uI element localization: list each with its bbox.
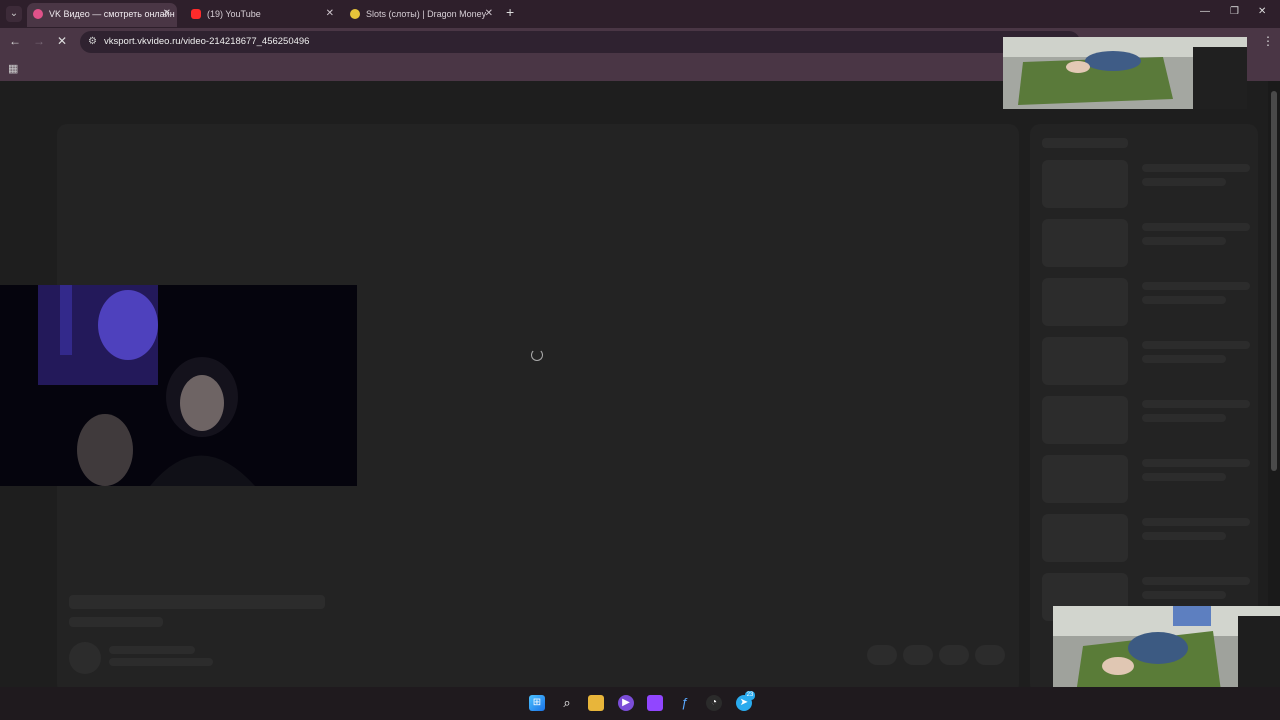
action-skeleton	[939, 645, 969, 665]
youtube-icon	[191, 9, 201, 19]
twitch-icon[interactable]	[647, 695, 663, 711]
line-skeleton	[1142, 341, 1250, 349]
thumb-skeleton	[1042, 514, 1128, 562]
tab-title: Slots (слоты) | Dragon Money	[366, 9, 487, 19]
new-tab-button[interactable]: +	[506, 4, 514, 20]
site-settings-icon[interactable]: ⚙	[88, 36, 97, 47]
app-icon[interactable]: ƒ	[677, 695, 693, 711]
tab-title: (19) YouTube	[207, 9, 261, 19]
page-scrollbar[interactable]	[1268, 81, 1280, 687]
line-skeleton	[1142, 400, 1250, 408]
subscribers-skeleton	[109, 658, 213, 666]
line-skeleton	[1142, 237, 1226, 245]
apps-grid-icon[interactable]: ▦	[8, 62, 18, 75]
tab-vk-video[interactable]: VK Видео — смотреть онлайн ✕	[27, 3, 177, 27]
line-skeleton	[1142, 591, 1226, 599]
close-icon[interactable]: ✕	[485, 3, 493, 25]
vk-icon	[33, 9, 43, 19]
dragon-money-icon	[350, 9, 360, 19]
tab-title: VK Видео — смотреть онлайн	[49, 9, 175, 19]
line-skeleton	[1142, 414, 1226, 422]
search-icon[interactable]: ⌕	[559, 695, 575, 711]
action-skeleton	[903, 645, 933, 665]
line-skeleton	[1142, 355, 1226, 363]
line-skeleton	[1142, 532, 1226, 540]
stop-loading-icon[interactable]: ✕	[57, 34, 67, 48]
loading-spinner-icon	[531, 349, 543, 361]
line-skeleton	[1142, 473, 1226, 481]
back-icon[interactable]: ←	[9, 34, 21, 48]
thumb-skeleton	[1042, 219, 1128, 267]
room-camera-overlay-top	[1003, 37, 1247, 109]
steam-icon[interactable]: ◔	[706, 695, 722, 711]
close-icon[interactable]: ✕	[326, 3, 334, 25]
file-explorer-icon[interactable]	[588, 695, 604, 711]
heading-skeleton	[1042, 138, 1128, 148]
browser-tab-strip: ⌄ VK Видео — смотреть онлайн ✕ (19) YouT…	[0, 0, 1280, 28]
windows-taskbar: ⊞ ⌕ ▶ ƒ ◔ ➤ 23	[0, 687, 1280, 720]
close-icon[interactable]: ✕	[163, 3, 171, 25]
tab-dragon-money[interactable]: Slots (слоты) | Dragon Money ✕	[344, 3, 499, 27]
address-bar[interactable]: ⚙ vksport.vkvideo.ru/video-214218677_456…	[80, 31, 1080, 53]
streamer-webcam-overlay	[0, 285, 357, 486]
forward-icon[interactable]: →	[33, 34, 45, 48]
line-skeleton	[1142, 178, 1226, 186]
title-skeleton	[69, 595, 325, 609]
telegram-badge: 23	[745, 691, 755, 700]
thumb-skeleton	[1042, 337, 1128, 385]
line-skeleton	[1142, 518, 1250, 526]
url-text: vksport.vkvideo.ru/video-214218677_45625…	[104, 36, 310, 47]
thumb-skeleton	[1042, 278, 1128, 326]
tab-youtube[interactable]: (19) YouTube ✕	[185, 3, 340, 27]
thumb-skeleton	[1042, 455, 1128, 503]
line-skeleton	[1142, 459, 1250, 467]
subtitle-skeleton	[69, 617, 163, 627]
avatar-skeleton	[69, 642, 101, 674]
thumb-skeleton	[1042, 396, 1128, 444]
close-window-icon[interactable]: ✕	[1258, 6, 1266, 17]
thumb-skeleton	[1042, 160, 1128, 208]
tab-search-dropdown-icon[interactable]: ⌄	[6, 6, 22, 22]
action-skeleton	[867, 645, 897, 665]
restore-icon[interactable]: ❐	[1230, 6, 1239, 17]
menu-kebab-icon[interactable]: ⋮	[1262, 34, 1274, 48]
line-skeleton	[1142, 164, 1250, 172]
windows-start-icon[interactable]: ⊞	[529, 695, 545, 711]
media-app-icon[interactable]: ▶	[618, 695, 634, 711]
line-skeleton	[1142, 282, 1250, 290]
channel-skeleton	[109, 646, 195, 654]
line-skeleton	[1142, 577, 1250, 585]
line-skeleton	[1142, 296, 1226, 304]
minimize-icon[interactable]: —	[1200, 6, 1210, 17]
line-skeleton	[1142, 223, 1250, 231]
scrollbar-thumb[interactable]	[1271, 91, 1277, 471]
action-skeleton	[975, 645, 1005, 665]
